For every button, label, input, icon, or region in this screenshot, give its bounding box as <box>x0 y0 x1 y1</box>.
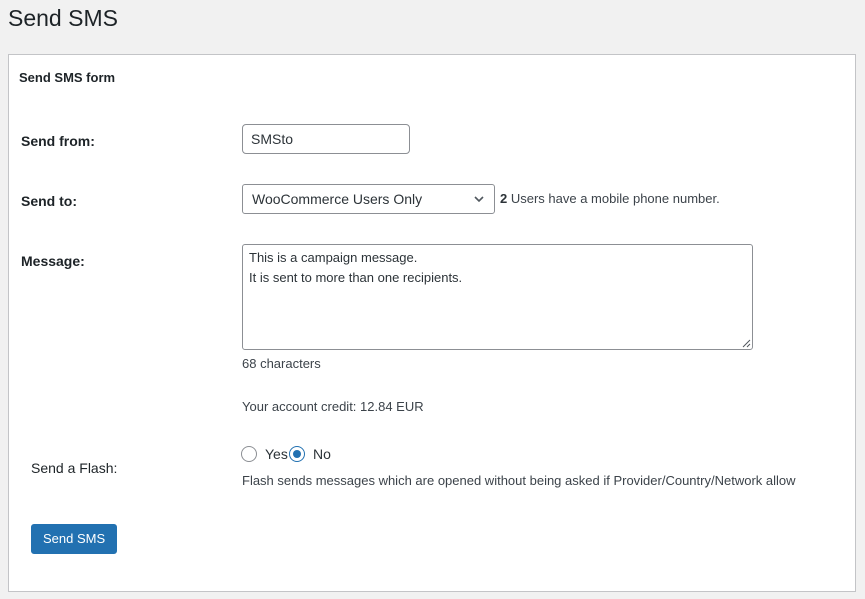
users-count-note: 2 Users have a mobile phone number. <box>500 191 720 206</box>
send-from-input[interactable] <box>242 124 410 154</box>
page-title: Send SMS <box>8 5 118 31</box>
flash-help-text: Flash sends messages which are opened wi… <box>242 473 796 488</box>
send-sms-form-card: Send SMS form Send from: Send to: WooCom… <box>8 54 856 592</box>
resize-grip-icon[interactable] <box>742 339 751 348</box>
send-to-label: Send to: <box>21 193 77 209</box>
send-to-selected-value: WooCommerce Users Only <box>252 191 423 207</box>
send-from-label: Send from: <box>21 133 95 149</box>
chevron-down-icon <box>474 196 484 203</box>
character-count: 68 characters <box>242 356 321 371</box>
send-to-select[interactable]: WooCommerce Users Only <box>242 184 495 214</box>
message-label: Message: <box>21 253 85 269</box>
send-flash-label: Send a Flash: <box>31 460 118 476</box>
flash-yes-radio[interactable] <box>241 446 257 462</box>
flash-yes-label[interactable]: Yes <box>265 446 288 463</box>
account-credit: Your account credit: 12.84 EUR <box>242 399 424 414</box>
users-count-text: Users have a mobile phone number. <box>510 191 720 206</box>
flash-no-label[interactable]: No <box>313 446 331 463</box>
send-sms-button[interactable]: Send SMS <box>31 524 118 554</box>
message-line-2: It is sent to more than one recipients. <box>249 270 463 285</box>
flash-no-radio[interactable] <box>289 446 305 462</box>
users-count: 2 <box>500 191 508 206</box>
message-textarea[interactable]: This is a campaign message. It is sent t… <box>242 244 753 350</box>
card-title: Send SMS form <box>19 70 116 85</box>
message-line-1: This is a campaign message. <box>249 250 418 265</box>
